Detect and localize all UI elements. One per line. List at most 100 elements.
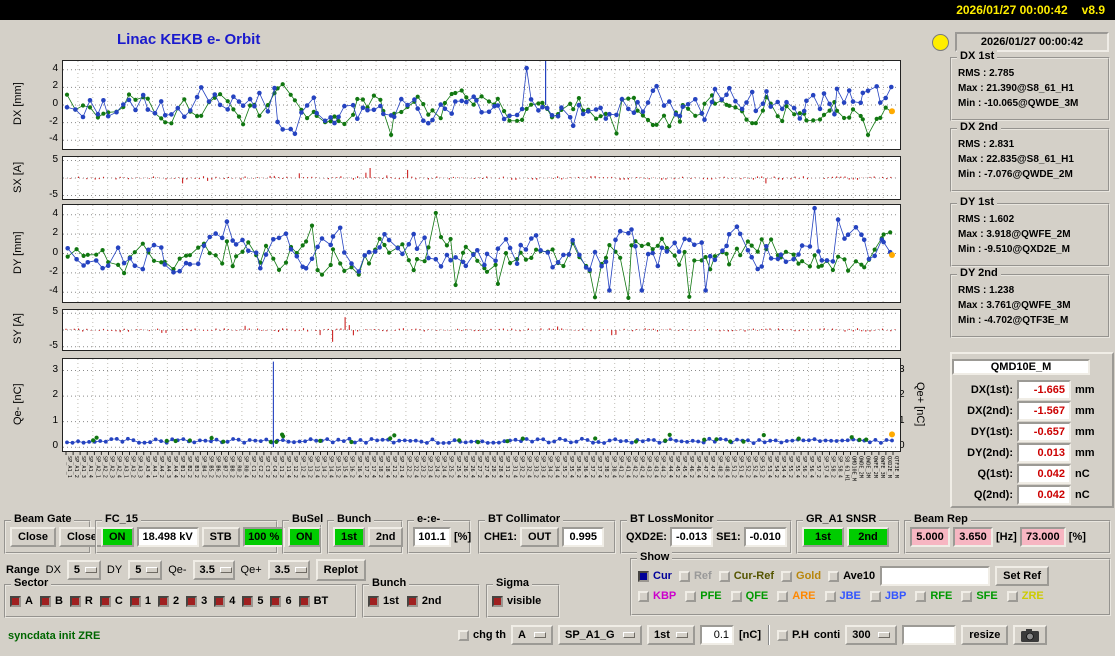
svg-text:SP_55_2: SP_55_2: [787, 456, 793, 478]
beam-rep-label: Beam Rep: [911, 513, 971, 525]
checkbox-c[interactable]: C: [100, 595, 123, 607]
checkbox-chg-th[interactable]: chg th: [458, 629, 506, 641]
svg-text:QWFE_3M: QWFE_3M: [879, 456, 885, 478]
checkbox-ave10[interactable]: Ave10: [828, 570, 875, 582]
checkbox-label: 1st: [383, 595, 399, 607]
checkbox-sfe[interactable]: SFE: [961, 590, 997, 602]
range-qe-plus-select[interactable]: 3.5: [268, 560, 310, 580]
svg-text:SP_C4_2: SP_C4_2: [271, 456, 277, 478]
svg-text:SP_33_4: SP_33_4: [540, 456, 546, 478]
checkbox-pfe[interactable]: PFE: [685, 590, 721, 602]
range-qe-minus-select[interactable]: 3.5: [193, 560, 235, 580]
checkbox-5[interactable]: 5: [242, 595, 263, 607]
bunch-select-label: Bunch: [369, 577, 409, 589]
checkbox-6[interactable]: 6: [270, 595, 291, 607]
checkbox-gold[interactable]: Gold: [781, 570, 821, 582]
optionmenu-indicator-icon: [623, 632, 635, 638]
snsr-1st-button[interactable]: 1st: [802, 527, 844, 547]
threshold-input[interactable]: [700, 625, 734, 645]
checkbox-indicator: [368, 596, 379, 607]
range-dy-select[interactable]: 5: [128, 560, 162, 580]
range-qe-minus-value: 3.5: [200, 564, 215, 576]
group-select[interactable]: SP_A1_G: [558, 625, 642, 645]
bunch-2nd-button[interactable]: 2nd: [368, 527, 404, 547]
bt-collimator-group: BT Collimator CHE1: OUT 0.995: [478, 520, 616, 554]
checkbox-2nd[interactable]: 2nd: [407, 595, 442, 607]
checkbox-jbp[interactable]: JBP: [870, 590, 906, 602]
checkbox-are[interactable]: ARE: [777, 590, 815, 602]
svg-text:SP_23_4: SP_23_4: [427, 456, 433, 478]
resize-button[interactable]: resize: [961, 625, 1008, 645]
svg-text:SP_35_2: SP_35_2: [561, 456, 567, 478]
svg-text:SP_53_4: SP_53_4: [766, 456, 772, 478]
beam-rep-unit-pct: [%]: [1069, 531, 1086, 543]
checkbox-a[interactable]: A: [10, 595, 33, 607]
checkbox-label: A: [25, 595, 33, 607]
extra-input[interactable]: [902, 625, 956, 645]
checkbox-4[interactable]: 4: [214, 595, 235, 607]
axis-tick: 4: [34, 63, 58, 74]
fc15-on-button[interactable]: ON: [101, 527, 134, 547]
checkbox-b[interactable]: B: [40, 595, 63, 607]
checkbox-bt[interactable]: BT: [299, 595, 329, 607]
checkbox-label: 6: [285, 595, 291, 607]
checkbox-visible[interactable]: visible: [492, 595, 541, 607]
svg-text:SP_34_4: SP_34_4: [554, 456, 560, 478]
count-select[interactable]: 300: [845, 625, 897, 645]
checkbox-kbp[interactable]: KBP: [638, 590, 676, 602]
checkbox-indicator: [828, 571, 839, 582]
screenshot-button[interactable]: [1013, 625, 1047, 645]
replot-button[interactable]: Replot: [316, 559, 366, 581]
checkbox-cur[interactable]: Cur: [638, 570, 672, 582]
monitor-label: Q(1st):: [957, 468, 1013, 480]
monitor-row: DY(1st): -0.657 mm: [952, 421, 1112, 442]
svg-text:SP_A4_3: SP_A4_3: [165, 456, 171, 478]
stats-title: DX 2nd: [957, 121, 1001, 133]
monitor-row: DY(2nd): 0.013 mm: [952, 442, 1112, 463]
checkbox-zre[interactable]: ZRE: [1007, 590, 1044, 602]
set-ref-button[interactable]: Set Ref: [995, 566, 1049, 586]
axis-tick: 2: [34, 80, 58, 91]
range-dx-select[interactable]: 5: [67, 560, 101, 580]
checkbox-jbe[interactable]: JBE: [825, 590, 861, 602]
plot-dx: [62, 60, 901, 150]
svg-text:SP_47_4: SP_47_4: [709, 456, 715, 478]
svg-text:SP_C3_2: SP_C3_2: [264, 456, 270, 478]
svg-text:SP_B8_2: SP_B8_2: [229, 456, 235, 478]
svg-text:SP_27_2: SP_27_2: [476, 456, 482, 478]
axis-tick: -5: [34, 340, 58, 351]
checkbox-label: BT: [314, 595, 329, 607]
svg-text:SP_A1_4: SP_A1_4: [87, 456, 93, 478]
checkbox-1[interactable]: 1: [130, 595, 151, 607]
fc15-stb-button[interactable]: STB: [202, 527, 240, 547]
checkbox-label: RFE: [930, 590, 952, 602]
busel-on-button[interactable]: ON: [288, 527, 321, 547]
checkbox-r[interactable]: R: [70, 595, 93, 607]
set-ref-input[interactable]: [880, 566, 990, 586]
stat-rms: RMS : 2.831: [952, 137, 1108, 152]
checkbox-p-h[interactable]: P.H: [777, 629, 809, 641]
svg-text:SP_26_2: SP_26_2: [462, 456, 468, 478]
checkbox-label: Gold: [796, 570, 821, 582]
checkbox-rfe[interactable]: RFE: [915, 590, 952, 602]
range-dy-label: DY: [107, 564, 122, 576]
snsr-2nd-button[interactable]: 2nd: [847, 527, 889, 547]
range-dx-value: 5: [74, 564, 80, 576]
bunch-1st-button[interactable]: 1st: [333, 527, 365, 547]
checkbox-qfe[interactable]: QFE: [731, 590, 769, 602]
monitor-value: -1.665: [1017, 380, 1071, 400]
checkbox-2[interactable]: 2: [158, 595, 179, 607]
sector-select[interactable]: A: [511, 625, 553, 645]
fc15-kv-display: 18.498 kV: [137, 527, 199, 547]
checkbox-1st[interactable]: 1st: [368, 595, 399, 607]
beam-gate-close-1-button[interactable]: Close: [10, 527, 56, 547]
sector-label: Sector: [11, 577, 51, 589]
checkbox-cur-ref[interactable]: Cur-Ref: [719, 570, 774, 582]
axis-tick: -2: [34, 116, 58, 127]
svg-text:SP_A3_2: SP_A3_2: [130, 456, 136, 478]
che1-out-button[interactable]: OUT: [520, 527, 559, 547]
checkbox-ref[interactable]: Ref: [679, 570, 712, 582]
checkbox-3[interactable]: 3: [186, 595, 207, 607]
bunch-select[interactable]: 1st: [647, 625, 695, 645]
svg-text:SP_24_2: SP_24_2: [434, 456, 440, 478]
